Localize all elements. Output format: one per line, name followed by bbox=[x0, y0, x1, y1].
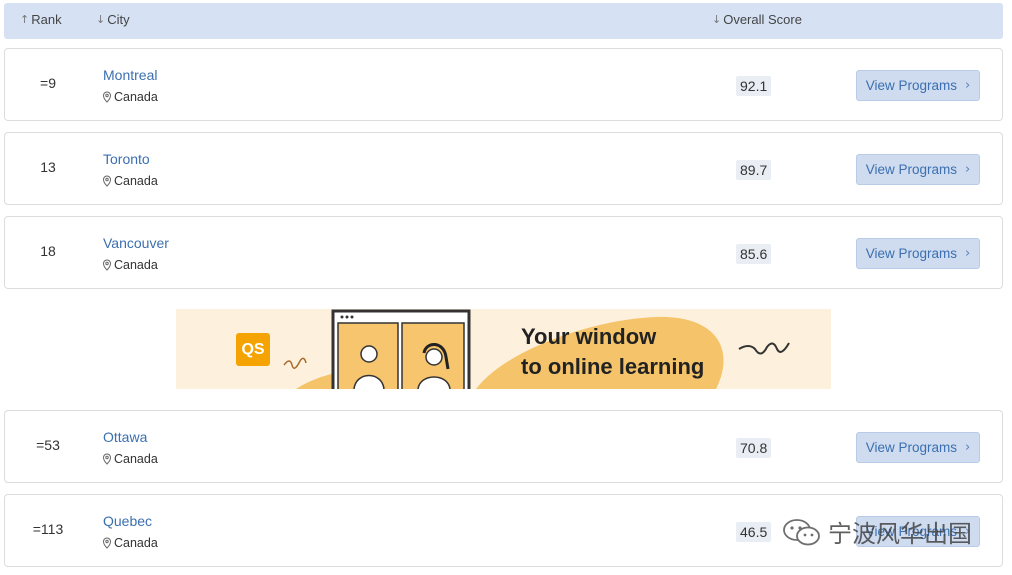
country-text: Canada bbox=[114, 258, 158, 272]
banner-line-2: to online learning bbox=[521, 354, 705, 379]
overall-score: 92.1 bbox=[736, 76, 772, 96]
banner-headline: Your window to online learning bbox=[521, 322, 704, 382]
country-text: Canada bbox=[114, 90, 158, 104]
sort-up-icon: ↑ bbox=[20, 13, 30, 26]
location-pin-icon bbox=[102, 259, 112, 271]
city-link[interactable]: Quebec bbox=[103, 513, 152, 529]
chevron-right-icon: › bbox=[965, 162, 971, 177]
view-programs-label: View Programs bbox=[865, 440, 958, 455]
wechat-watermark: 宁波风华出国 bbox=[782, 514, 972, 549]
wechat-icon bbox=[783, 518, 820, 545]
city-link[interactable]: Ottawa bbox=[103, 429, 147, 445]
rank-value: =9 bbox=[40, 75, 56, 91]
view-programs-button[interactable]: View Programs › bbox=[856, 432, 980, 463]
rank-value: 18 bbox=[40, 243, 56, 259]
score-header-label: Overall Score bbox=[723, 12, 802, 27]
country-text: Canada bbox=[114, 174, 158, 188]
country-text: Canada bbox=[114, 536, 158, 550]
chevron-right-icon: › bbox=[965, 78, 971, 93]
chevron-right-icon: › bbox=[965, 440, 971, 455]
city-header-label: City bbox=[107, 12, 130, 27]
sort-down-icon: ↓ bbox=[96, 13, 106, 26]
chevron-right-icon: › bbox=[965, 246, 971, 261]
view-programs-button[interactable]: View Programs › bbox=[856, 154, 980, 185]
table-header: ↑ Rank ↓ City ↓ Overall Score bbox=[4, 3, 1003, 39]
view-programs-label: View Programs bbox=[865, 246, 958, 261]
rank-header-label: Rank bbox=[31, 12, 62, 27]
view-programs-label: View Programs bbox=[865, 162, 958, 177]
banner-line-1: Your window bbox=[521, 324, 657, 349]
city-link[interactable]: Toronto bbox=[103, 151, 150, 167]
table-row: 13 Toronto Canada 89.7 View Programs › bbox=[4, 132, 1003, 205]
location-pin-icon bbox=[102, 453, 112, 465]
location-pin-icon bbox=[102, 175, 112, 187]
overall-score: 85.6 bbox=[736, 244, 772, 264]
country-label: Canada bbox=[102, 452, 158, 466]
overall-score: 46.5 bbox=[736, 522, 772, 542]
qs-logo: QS bbox=[236, 333, 270, 366]
country-label: Canada bbox=[102, 536, 158, 550]
view-programs-button[interactable]: View Programs › bbox=[856, 70, 980, 101]
rank-value: =113 bbox=[32, 521, 64, 537]
overall-score: 70.8 bbox=[736, 438, 772, 458]
watermark-text: 宁波风华出国 bbox=[828, 520, 972, 548]
sort-down-icon: ↓ bbox=[712, 13, 722, 26]
rank-column-header[interactable]: ↑ Rank bbox=[20, 12, 62, 27]
city-link[interactable]: Vancouver bbox=[103, 235, 169, 251]
city-column-header[interactable]: ↓ City bbox=[96, 12, 130, 27]
view-programs-button[interactable]: View Programs › bbox=[856, 238, 980, 269]
country-label: Canada bbox=[102, 174, 158, 188]
city-link[interactable]: Montreal bbox=[103, 67, 157, 83]
location-pin-icon bbox=[102, 91, 112, 103]
table-row: =9 Montreal Canada 92.1 View Programs › bbox=[4, 48, 1003, 121]
online-learning-banner[interactable]: QS Your window to online learning bbox=[176, 309, 831, 389]
country-text: Canada bbox=[114, 452, 158, 466]
overall-score: 89.7 bbox=[736, 160, 772, 180]
country-label: Canada bbox=[102, 258, 158, 272]
rank-value: =53 bbox=[36, 437, 60, 453]
table-row: 18 Vancouver Canada 85.6 View Programs › bbox=[4, 216, 1003, 289]
view-programs-label: View Programs bbox=[865, 78, 958, 93]
location-pin-icon bbox=[102, 537, 112, 549]
table-row: =53 Ottawa Canada 70.8 View Programs › bbox=[4, 410, 1003, 483]
banner-illustration bbox=[283, 309, 790, 389]
score-column-header[interactable]: ↓ Overall Score bbox=[712, 12, 802, 27]
rank-value: 13 bbox=[40, 159, 56, 175]
country-label: Canada bbox=[102, 90, 158, 104]
